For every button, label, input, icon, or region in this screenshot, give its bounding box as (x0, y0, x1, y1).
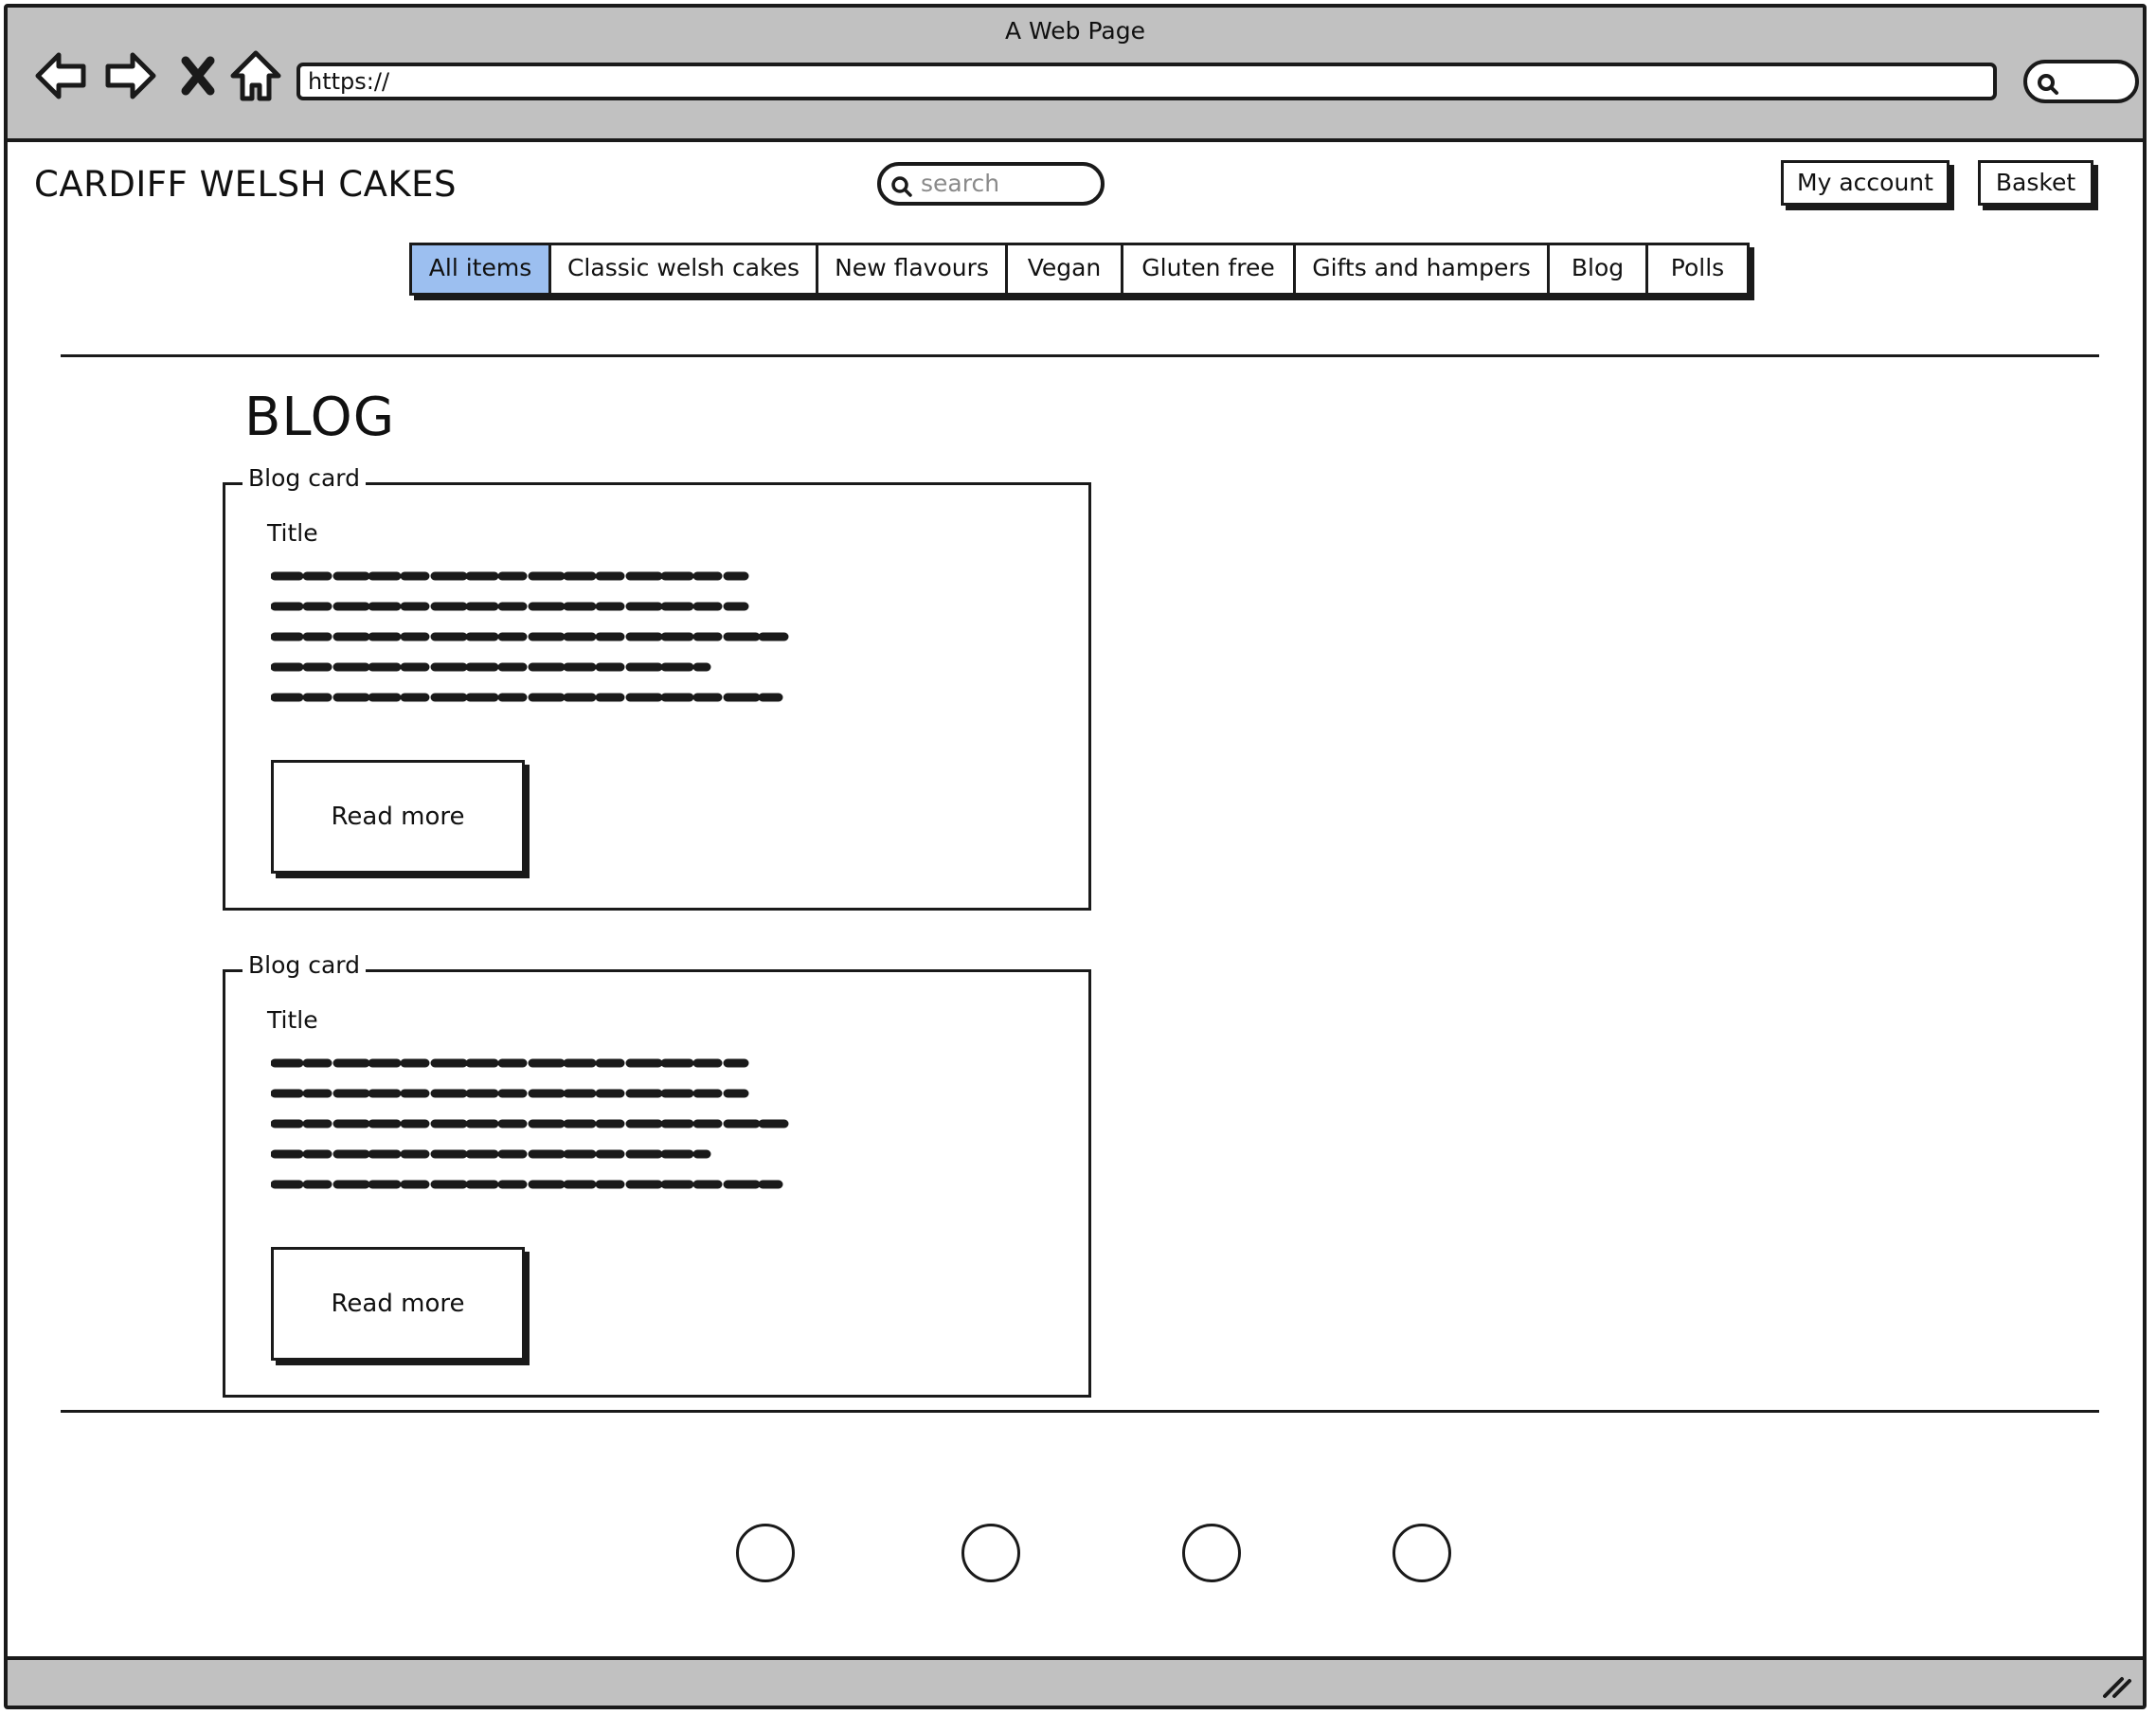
tab-gifts-and-hampers[interactable]: Gifts and hampers (1296, 245, 1550, 293)
site-logo-text[interactable]: CARDIFF WELSH CAKES (34, 164, 457, 205)
card-title: Title (267, 519, 318, 547)
browser-window: A Web Page https:// CARDIFF WELSH CAKES … (4, 4, 2147, 1709)
my-account-button[interactable]: My account (1781, 160, 1949, 206)
category-tabs: All items Classic welsh cakes New flavou… (409, 243, 1750, 296)
read-more-button[interactable]: Read more (271, 1247, 525, 1361)
blog-card: Blog card Title Read more (223, 464, 1091, 911)
placeholder-text-lines (271, 1058, 789, 1189)
tab-classic-welsh-cakes[interactable]: Classic welsh cakes (551, 245, 818, 293)
card-title: Title (267, 1006, 318, 1034)
tab-blog[interactable]: Blog (1550, 245, 1648, 293)
browser-status-bar (8, 1656, 2143, 1706)
divider-bottom (61, 1410, 2099, 1413)
tab-vegan[interactable]: Vegan (1008, 245, 1123, 293)
url-input[interactable]: https:// (296, 63, 1997, 100)
card-legend: Blog card (243, 951, 366, 979)
placeholder-text-lines (271, 571, 789, 702)
resize-grip-icon[interactable] (2101, 1673, 2133, 1700)
close-icon[interactable] (174, 47, 222, 104)
read-more-button[interactable]: Read more (271, 760, 525, 874)
search-icon (2038, 74, 2058, 95)
home-icon[interactable] (227, 47, 284, 104)
browser-search-field[interactable] (2023, 60, 2139, 103)
browser-toolbar: A Web Page https:// (8, 8, 2143, 142)
divider-top (61, 354, 2099, 357)
back-arrow-icon[interactable] (32, 47, 89, 104)
basket-button[interactable]: Basket (1978, 160, 2093, 206)
card-legend: Blog card (243, 464, 366, 492)
page-title: BLOG (244, 387, 396, 448)
footer-social-icon[interactable] (961, 1524, 1020, 1582)
forward-arrow-icon[interactable] (102, 47, 159, 104)
tab-new-flavours[interactable]: New flavours (818, 245, 1008, 293)
tab-gluten-free[interactable]: Gluten free (1123, 245, 1296, 293)
search-placeholder: search (921, 170, 1000, 197)
tab-all-items[interactable]: All items (412, 245, 551, 293)
site-search-input[interactable]: search (877, 162, 1105, 206)
search-icon (891, 176, 912, 197)
footer-social-icon[interactable] (736, 1524, 795, 1582)
footer-social-icon[interactable] (1392, 1524, 1451, 1582)
tab-polls[interactable]: Polls (1648, 245, 1747, 293)
footer-social-icon[interactable] (1182, 1524, 1241, 1582)
blog-card: Blog card Title Read more (223, 951, 1091, 1398)
window-title: A Web Page (1004, 17, 1146, 45)
